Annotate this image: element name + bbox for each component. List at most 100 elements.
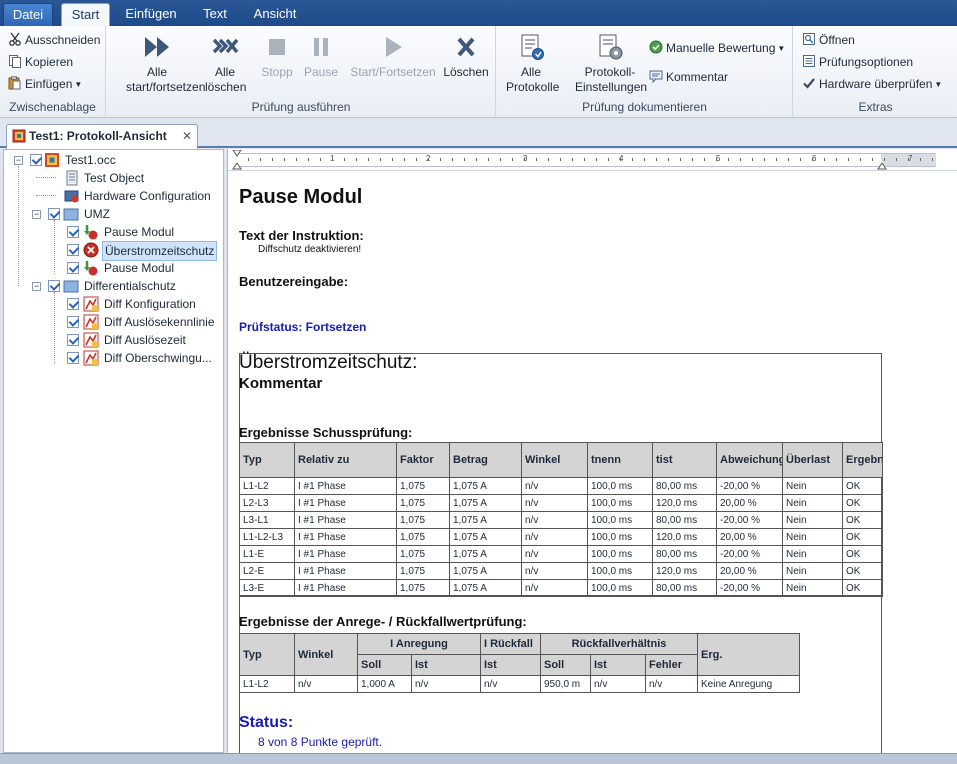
check-hardware-dropdown-icon[interactable]: ▼ <box>934 80 942 89</box>
clipboard-group-label: Zwischenablage <box>9 100 96 114</box>
ruler-tick <box>800 158 801 161</box>
table-cell: Nein <box>782 477 843 495</box>
all-start-label: Alle start/fortsetzen <box>126 65 206 94</box>
table-cell: 1,075 <box>396 511 450 529</box>
table-cell: I #1 Phase <box>294 545 397 563</box>
table-cell: n/v <box>411 675 481 693</box>
collapse-icon[interactable]: − <box>32 282 41 291</box>
shot-col-header: Betrag <box>449 442 522 478</box>
ruler[interactable]: 1 2 3 4 5 6 7 <box>228 149 957 171</box>
tree-checkbox[interactable] <box>67 352 79 364</box>
tree-node-diff-konfiguration[interactable]: Diff Konfiguration <box>4 295 224 313</box>
open-button[interactable]: Öffnen <box>802 30 855 50</box>
ruler-tick <box>404 158 405 161</box>
manual-rating-dropdown-icon[interactable]: ▼ <box>777 44 785 53</box>
table-cell: 100,0 ms <box>587 511 653 529</box>
table-cell: I #1 Phase <box>294 528 397 546</box>
pause-button[interactable]: Pause <box>299 32 343 80</box>
check-hardware-button[interactable]: Hardware überprüfen ▼ <box>802 74 942 94</box>
table-cell: OK <box>842 494 883 512</box>
copy-button[interactable]: Kopieren <box>8 52 73 72</box>
table-row: L1-L2-L3 I #1 Phase 1,075 1,075 An/v 100,0 m… <box>239 528 883 546</box>
tree-checkbox[interactable] <box>67 334 79 346</box>
cut-button[interactable]: Ausschneiden <box>8 30 100 50</box>
ruler-tick <box>452 158 453 161</box>
tree-checkbox[interactable] <box>48 208 60 220</box>
pickup-col-verhaeltnis: Rückfallverhältnis <box>540 633 698 655</box>
tree-node-diff-oberschwingung[interactable]: Diff Oberschwingu... <box>4 349 224 367</box>
ruler-tick <box>320 158 321 161</box>
tab-einfuegen[interactable]: Einfügen <box>118 3 184 26</box>
start-continue-label: Start/Fortsetzen <box>350 65 436 79</box>
tree-node-umz[interactable]: − UMZ <box>4 205 224 223</box>
collapse-icon[interactable]: − <box>32 210 41 219</box>
tree-checkbox[interactable] <box>67 262 79 274</box>
tree-checkbox[interactable] <box>48 280 60 292</box>
table-cell: 20,00 % <box>716 494 783 512</box>
tree-node-pause-modul-2[interactable]: Pause Modul <box>4 259 224 277</box>
tree-node-differentialschutz[interactable]: − Differentialschutz <box>4 277 224 295</box>
test-tree: − Test1.occ Test Object Hardware Configu… <box>3 149 224 753</box>
all-start-button[interactable]: Alle start/fortsetzen <box>111 32 206 95</box>
stop-icon <box>269 39 285 55</box>
tree-node-label: Test1.occ <box>65 153 116 167</box>
check-hardware-label: Hardware überprüfen <box>819 77 933 91</box>
tab-start[interactable]: Start <box>61 3 110 26</box>
tab-protocol-view[interactable]: Test1: Protokoll-Ansicht ✕ <box>6 124 198 149</box>
test-options-button[interactable]: Prüfungsoptionen <box>802 52 913 72</box>
clear-button[interactable]: Löschen <box>441 32 491 80</box>
tree-checkbox[interactable] <box>67 298 79 310</box>
hanging-indent-icon[interactable] <box>232 163 242 171</box>
table-cell: 1,075 <box>396 562 450 580</box>
report-settings-button[interactable]: Protokoll-Einstellungen <box>571 32 649 95</box>
ruler-tick <box>608 158 609 161</box>
tab-datei[interactable]: Datei <box>3 3 53 26</box>
tree-node-diff-ausloesekennlinie[interactable]: Diff Auslösekennlinie <box>4 313 224 331</box>
table-cell: 1,075 <box>396 528 450 546</box>
collapse-icon[interactable]: − <box>14 156 23 165</box>
section-divider <box>239 595 882 596</box>
table-cell: I #1 Phase <box>294 477 397 495</box>
close-tab-icon[interactable]: ✕ <box>182 125 192 147</box>
shot-col-header: Ergebnis <box>842 442 883 478</box>
tree-node-pause-modul-1[interactable]: Pause Modul <box>4 223 224 241</box>
tree-node-label: Diff Auslösekennlinie <box>104 315 215 329</box>
run-test-group: Alle start/fortsetzen Alle löschen Stopp… <box>107 26 496 118</box>
tree-node-label: Differentialschutz <box>84 279 176 293</box>
paste-dropdown-icon[interactable]: ▼ <box>74 80 82 89</box>
stop-button[interactable]: Stopp <box>255 32 299 80</box>
tree-node-diff-ausloesezeit[interactable]: Diff Auslösezeit <box>4 331 224 349</box>
cut-label: Ausschneiden <box>25 33 101 47</box>
tree-node-ueberstromzeitschutz[interactable]: Überstromzeitschutz <box>4 241 224 261</box>
indent-marker-icon[interactable] <box>232 150 242 158</box>
tree-checkbox[interactable] <box>67 244 79 256</box>
tree-node-test-object[interactable]: Test Object <box>4 169 224 187</box>
ruler-tick <box>428 158 429 161</box>
ruler-tick <box>584 158 585 161</box>
manual-rating-icon <box>649 40 663 54</box>
tree-checkbox[interactable] <box>30 154 42 166</box>
table-cell: L2-L3 <box>239 494 295 512</box>
tree-checkbox[interactable] <box>67 226 79 238</box>
start-continue-button[interactable]: Start/Fortsetzen <box>347 32 439 80</box>
protocol-view-icon <box>12 129 26 143</box>
checkmark-icon <box>803 78 815 89</box>
tree-node-label: Pause Modul <box>104 261 175 275</box>
shot-col-header: tist <box>652 442 717 478</box>
tab-text[interactable]: Text <box>192 3 238 26</box>
manual-rating-button[interactable]: Manuelle Bewertung ▼ <box>649 38 785 58</box>
tree-node-test1[interactable]: − Test1.occ <box>4 151 224 169</box>
scissors-icon <box>9 32 21 46</box>
paste-button[interactable]: Einfügen ▼ <box>8 74 82 94</box>
tree-checkbox[interactable] <box>67 316 79 328</box>
all-clear-button[interactable]: Alle löschen <box>201 32 249 95</box>
tree-node-hardware-config[interactable]: Hardware Configuration <box>4 187 224 205</box>
comment-button[interactable]: Kommentar <box>649 67 728 87</box>
tab-ansicht[interactable]: Ansicht <box>246 3 304 26</box>
test-file-icon <box>45 153 59 167</box>
tree-node-label: UMZ <box>84 207 110 221</box>
table-row: L1-L2 I #1 Phase 1,075 1,075 An/v 100,0 ms 80… <box>239 477 883 495</box>
right-indent-icon[interactable] <box>877 163 887 171</box>
all-reports-button[interactable]: Alle Protokolle <box>501 32 561 95</box>
ruler-tick <box>788 158 789 161</box>
